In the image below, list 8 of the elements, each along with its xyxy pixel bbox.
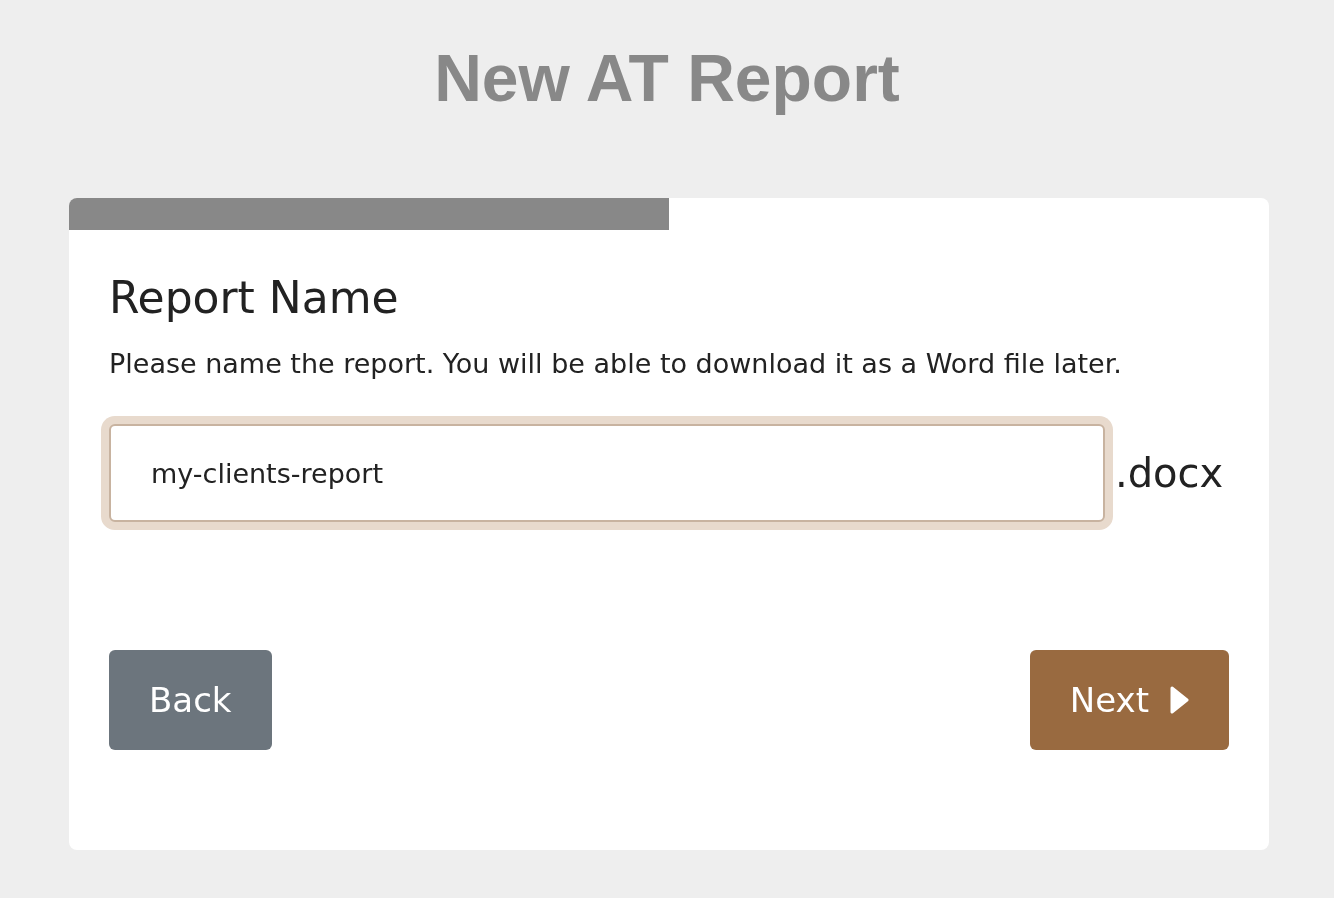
step-description: Please name the report. You will be able to download it as a Word file later.: [109, 347, 1123, 381]
back-button[interactable]: Back: [109, 650, 272, 750]
next-button[interactable]: Next: [1029, 650, 1229, 750]
report-name-field[interactable]: my-clients-report: [109, 424, 1105, 522]
step-heading: Report Name: [109, 271, 400, 325]
caret-right-icon: [1169, 686, 1189, 714]
page-title: New AT Report: [434, 40, 900, 117]
file-extension: .docx: [1115, 450, 1224, 496]
